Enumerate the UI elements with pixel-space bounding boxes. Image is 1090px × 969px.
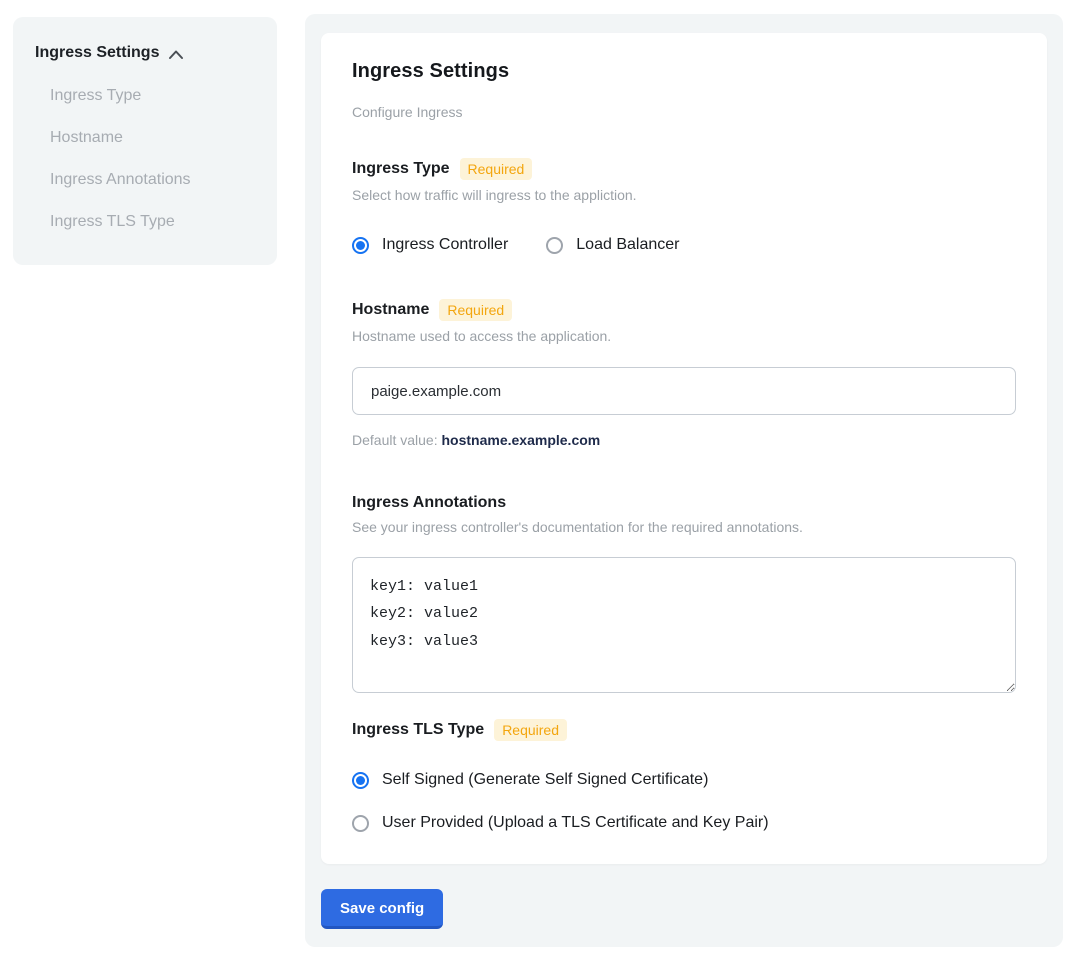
required-badge: Required: [460, 158, 533, 180]
radio-label: Self Signed (Generate Self Signed Certif…: [382, 771, 708, 789]
radio-label: Load Balancer: [576, 236, 679, 254]
radio-label: Ingress Controller: [382, 236, 508, 254]
sidebar-group-ingress-settings[interactable]: Ingress Settings: [35, 44, 257, 62]
ingress-annotations-label: Ingress Annotations: [352, 494, 506, 512]
hostname-default-value: Default value: hostname.example.com: [352, 432, 1016, 448]
ingress-type-description: Select how traffic will ingress to the a…: [352, 187, 1016, 203]
page-subtitle: Configure Ingress: [352, 104, 1016, 120]
save-config-button[interactable]: Save config: [321, 889, 443, 929]
ingress-tls-type-label: Ingress TLS Type: [352, 721, 484, 739]
radio-circle-icon[interactable]: [352, 815, 369, 832]
sidebar-group-label: Ingress Settings: [35, 44, 159, 62]
settings-panel: Ingress Settings Configure Ingress Ingre…: [305, 14, 1063, 947]
required-badge: Required: [439, 299, 512, 321]
sidebar-item-ingress-annotations[interactable]: Ingress Annotations: [50, 171, 257, 188]
hostname-description: Hostname used to access the application.: [352, 328, 1016, 344]
default-value-prefix: Default value:: [352, 432, 442, 448]
settings-sidebar: Ingress Settings Ingress Type Hostname I…: [13, 17, 277, 265]
radio-user-provided[interactable]: User Provided (Upload a TLS Certificate …: [352, 814, 1016, 832]
ingress-annotations-textarea[interactable]: key1: value1 key2: value2 key3: value3: [352, 557, 1016, 693]
sidebar-item-hostname[interactable]: Hostname: [50, 129, 257, 146]
section-ingress-tls-type: Ingress TLS Type Required Self Signed (G…: [352, 719, 1016, 832]
radio-circle-icon[interactable]: [546, 237, 563, 254]
ingress-settings-card: Ingress Settings Configure Ingress Ingre…: [321, 33, 1047, 864]
page-title: Ingress Settings: [352, 60, 1016, 83]
radio-load-balancer[interactable]: Load Balancer: [546, 236, 679, 254]
default-value-text: hostname.example.com: [442, 432, 601, 448]
section-ingress-type: Ingress Type Required Select how traffic…: [352, 158, 1016, 254]
radio-circle-icon[interactable]: [352, 237, 369, 254]
ingress-type-label: Ingress Type: [352, 160, 450, 178]
hostname-input[interactable]: [352, 367, 1016, 415]
section-hostname: Hostname Required Hostname used to acces…: [352, 299, 1016, 448]
required-badge: Required: [494, 719, 567, 741]
hostname-label: Hostname: [352, 301, 429, 319]
radio-self-signed[interactable]: Self Signed (Generate Self Signed Certif…: [352, 771, 1016, 789]
radio-ingress-controller[interactable]: Ingress Controller: [352, 236, 508, 254]
sidebar-item-ingress-type[interactable]: Ingress Type: [50, 87, 257, 104]
chevron-up-icon: [168, 49, 184, 60]
section-ingress-annotations: Ingress Annotations See your ingress con…: [352, 494, 1016, 698]
ingress-annotations-description: See your ingress controller's documentat…: [352, 519, 1016, 535]
radio-circle-icon[interactable]: [352, 772, 369, 789]
sidebar-item-ingress-tls-type[interactable]: Ingress TLS Type: [50, 213, 257, 230]
radio-label: User Provided (Upload a TLS Certificate …: [382, 814, 769, 832]
